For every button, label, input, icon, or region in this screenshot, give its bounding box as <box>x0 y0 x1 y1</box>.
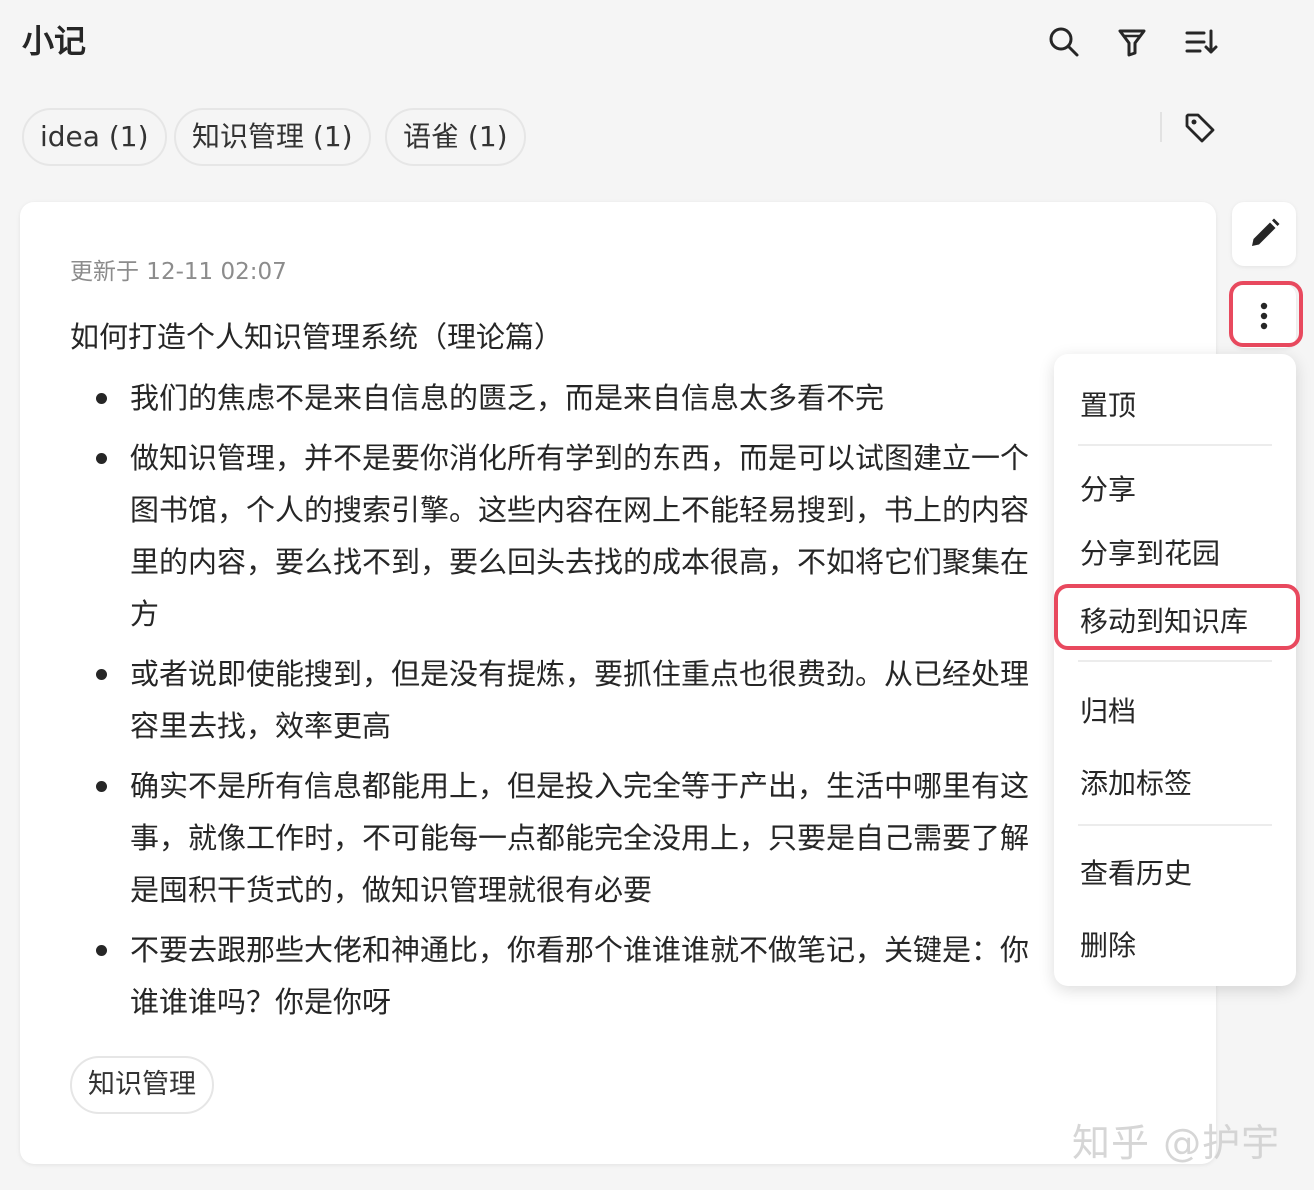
menu-item-move-to-library[interactable]: 移动到知识库 <box>1080 600 1248 640</box>
updated-time: 更新于 12-11 02:07 <box>70 259 287 285</box>
list-item: 不要去跟那些大佬和神通比，你看那个谁谁谁就不做笔记，关键是：你 谁谁谁吗？你是你… <box>96 924 1130 1028</box>
menu-item-history[interactable]: 查看历史 <box>1080 852 1192 892</box>
filter-chip-knowledge[interactable]: 知识管理 (1) <box>174 108 371 166</box>
page-title: 小记 <box>22 22 87 60</box>
line: 里的内容，要么找不到，要么回头去找的成本很高，不如将它们聚集在 <box>130 545 1030 579</box>
chip-divider <box>1160 112 1162 142</box>
line: 不要去跟那些大佬和神通比，你看那个谁谁谁就不做笔记，关键是：你 <box>130 933 1030 967</box>
line: 或者说即使能搜到，但是没有提炼，要抓住重点也很费劲。从已经处理 <box>130 657 1030 691</box>
menu-item-pin[interactable]: 置顶 <box>1080 384 1136 424</box>
line: 图书馆，个人的搜索引擎。这些内容在网上不能轻易搜到，书上的内容 <box>130 493 1030 527</box>
line: 确实不是所有信息都能用上，但是投入完全等于产出，生活中哪里有这 <box>130 769 1030 803</box>
note-card[interactable]: 更新于 12-11 02:07 如何打造个人知识管理系统（理论篇） 我们的焦虑不… <box>20 202 1216 1164</box>
filter-icon[interactable] <box>1112 22 1152 62</box>
more-vertical-icon <box>1260 302 1268 330</box>
menu-item-archive[interactable]: 归档 <box>1080 690 1136 730</box>
filter-chip-yuque[interactable]: 语雀 (1) <box>385 108 526 166</box>
edit-button[interactable] <box>1232 202 1296 266</box>
more-button[interactable] <box>1232 284 1296 348</box>
menu-item-delete[interactable]: 删除 <box>1080 924 1136 964</box>
filter-chip-idea[interactable]: idea (1) <box>22 108 167 166</box>
watermark: 知乎 @护宇 <box>1072 1121 1281 1165</box>
menu-divider <box>1078 824 1272 826</box>
menu-item-add-tag[interactable]: 添加标签 <box>1080 762 1192 802</box>
note-tag[interactable]: 知识管理 <box>70 1056 214 1114</box>
note-title: 如何打造个人知识管理系统（理论篇） <box>70 320 564 354</box>
menu-divider <box>1078 660 1272 662</box>
line: 谁谁谁吗？你是你呀 <box>130 985 392 1019</box>
line: 做知识管理，并不是要你消化所有学到的东西，而是可以试图建立一个 <box>130 441 1030 475</box>
pencil-icon <box>1252 218 1280 246</box>
note-bullet-list: 我们的焦虑不是来自信息的匮乏，而是来自信息太多看不完 做知识管理，并不是要你消化… <box>96 372 1130 1036</box>
menu-item-share[interactable]: 分享 <box>1080 468 1136 508</box>
menu-divider <box>1078 444 1272 446</box>
line: 容里去找，效率更高 <box>130 709 392 743</box>
list-item: 我们的焦虑不是来自信息的匮乏，而是来自信息太多看不完 <box>96 372 1130 424</box>
search-icon[interactable] <box>1044 22 1084 62</box>
line: 是囤积干货式的，做知识管理就很有必要 <box>130 873 653 907</box>
list-item: 做知识管理，并不是要你消化所有学到的东西，而是可以试图建立一个 图书馆，个人的搜… <box>96 432 1130 640</box>
sort-icon[interactable] <box>1180 22 1220 62</box>
list-item: 确实不是所有信息都能用上，但是投入完全等于产出，生活中哪里有这 事，就像工作时，… <box>96 760 1130 916</box>
list-item: 或者说即使能搜到，但是没有提炼，要抓住重点也很费劲。从已经处理 容里去找，效率更… <box>96 648 1130 752</box>
menu-item-share-garden[interactable]: 分享到花园 <box>1080 532 1220 572</box>
tag-icon[interactable] <box>1182 110 1218 146</box>
line: 事，就像工作时，不可能每一点都能完全没用上，只要是自己需要了解 <box>130 821 1030 855</box>
line: 方 <box>130 597 160 631</box>
line: 我们的焦虑不是来自信息的匮乏，而是来自信息太多看不完 <box>130 381 885 415</box>
context-menu: 置顶 分享 分享到花园 移动到知识库 归档 添加标签 查看历史 删除 <box>1054 354 1296 986</box>
